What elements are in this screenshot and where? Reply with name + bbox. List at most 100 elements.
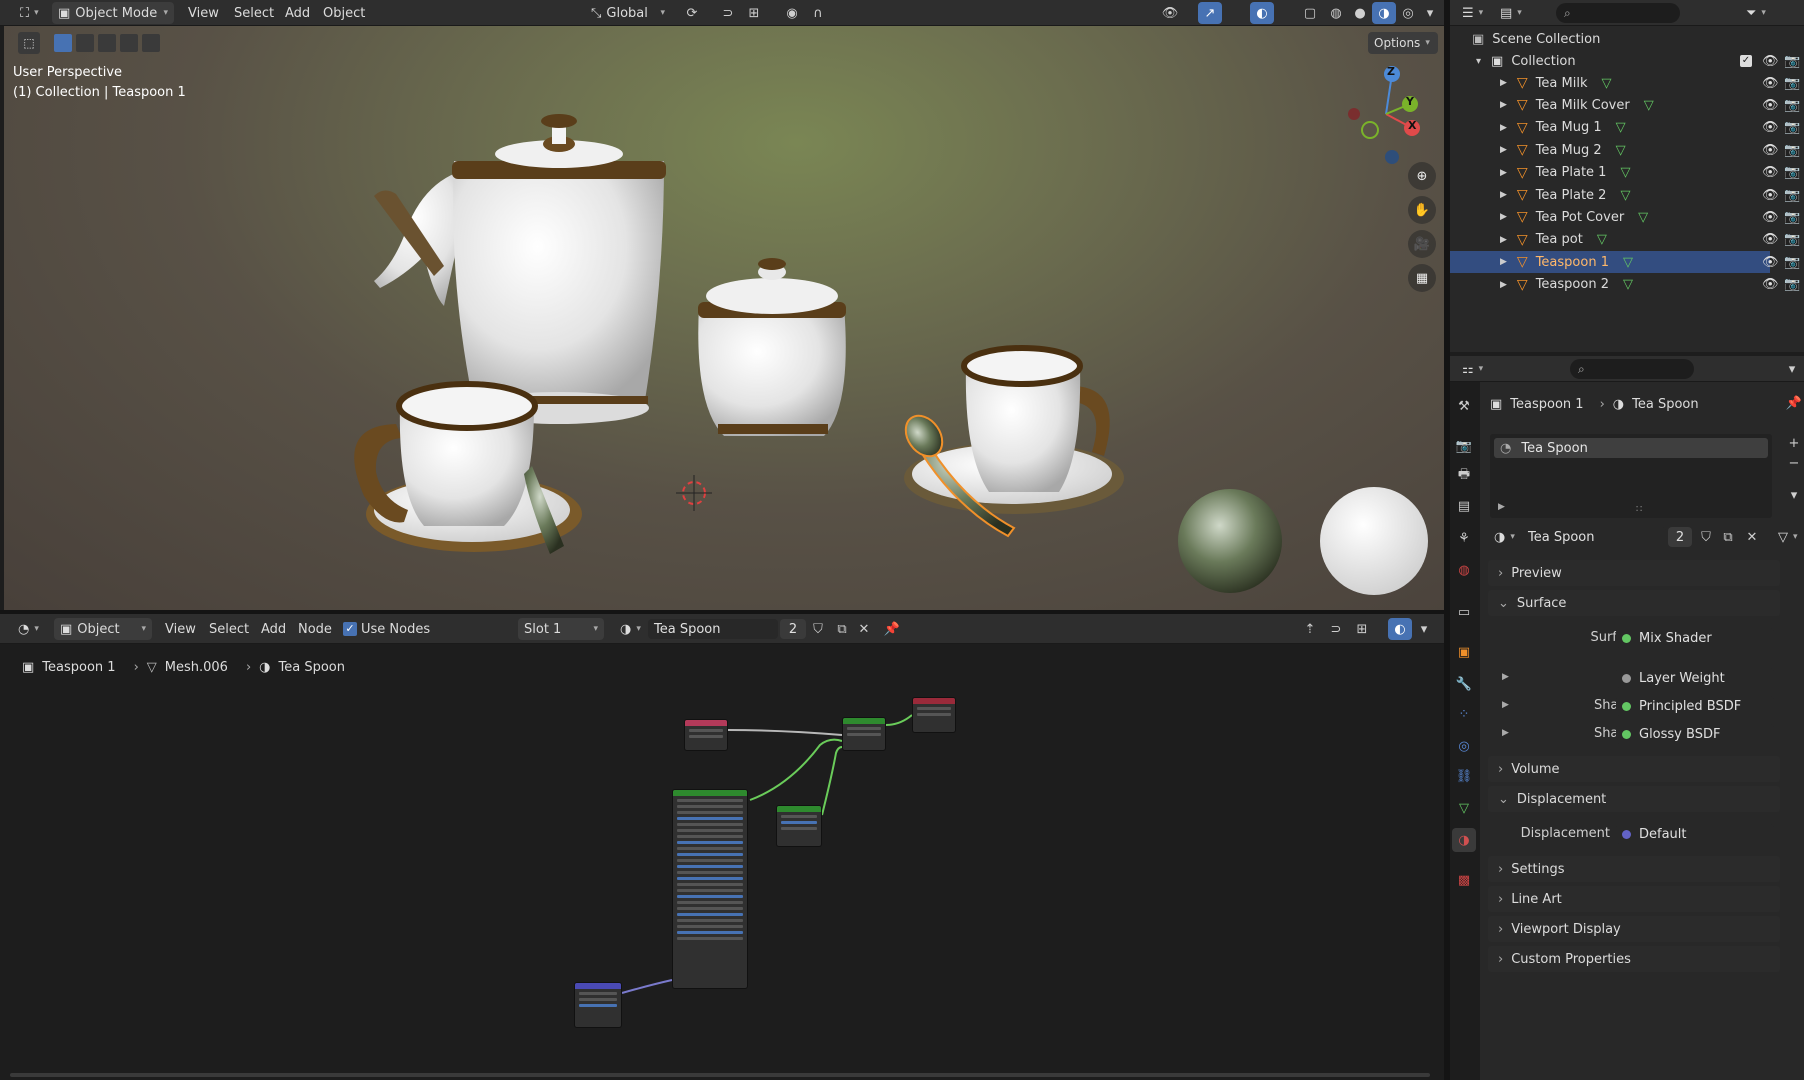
node-editor-type-button[interactable]: ◔ ▾	[12, 618, 45, 640]
eye-icon[interactable]: 👁	[1762, 277, 1779, 292]
overlay-toggle-icon[interactable]: ◐	[1250, 2, 1274, 24]
camera-render-icon[interactable]: 📷	[1784, 210, 1800, 225]
shading-rendered-icon[interactable]: ◎	[1396, 2, 1420, 24]
falloff-icon[interactable]: ∩	[806, 2, 830, 24]
expand-arrow-icon[interactable]: ▶	[1500, 100, 1507, 110]
camera-render-icon[interactable]: 📷	[1784, 232, 1800, 247]
tea-pot-cover-object[interactable]	[698, 258, 846, 436]
mesh-data-icon[interactable]: ▽	[1602, 76, 1612, 91]
section-displacement[interactable]: ⌄ Displacement	[1488, 786, 1780, 812]
glossy-bsdf-node[interactable]	[776, 805, 822, 847]
camera-render-icon[interactable]: 📷	[1784, 188, 1800, 203]
eye-icon[interactable]: 👁	[1762, 143, 1779, 158]
section-volume[interactable]: › Volume	[1488, 756, 1780, 782]
mesh-data-icon[interactable]: ▽	[1623, 255, 1633, 270]
outliner-item-row[interactable]: ▶ ▽ Teaspoon 2 ▽ 👁 📷	[1450, 274, 1800, 296]
outliner-item-row[interactable]: ▶ ▽ Tea Plate 1 ▽ 👁 📷	[1450, 162, 1800, 184]
slot-list-resize-handle[interactable]: ∷	[1636, 504, 1642, 515]
ortho-grid-icon[interactable]: ▦	[1408, 264, 1436, 292]
properties-options-icon[interactable]: ▾	[1780, 358, 1804, 380]
menu-view[interactable]: View	[188, 0, 219, 26]
expand-arrow-icon[interactable]: ▶	[1500, 235, 1507, 245]
normal-map-node[interactable]	[574, 982, 622, 1028]
eye-icon[interactable]: 👁	[1762, 76, 1779, 91]
eye-icon[interactable]: 👁	[1762, 120, 1779, 135]
scene-collection-row[interactable]: ▣ Scene Collection	[1450, 28, 1770, 50]
mesh-data-icon[interactable]: ▽	[1638, 210, 1648, 225]
camera-render-icon[interactable]: 📷	[1784, 143, 1800, 158]
props-link-button[interactable]: ▽ ▾	[1772, 526, 1804, 548]
expand-arrow-icon[interactable]: ▶	[1500, 168, 1507, 178]
outliner-item-row[interactable]: ▶ ▽ Tea Milk Cover ▽ 👁 📷	[1450, 94, 1800, 116]
eye-icon[interactable]: 👁	[1762, 210, 1779, 225]
outliner-item-row[interactable]: ▶ ▽ Tea Plate 2 ▽ 👁 📷	[1450, 184, 1800, 206]
camera-render-icon[interactable]: 📷	[1784, 255, 1800, 270]
mesh-data-icon[interactable]: ▽	[1623, 277, 1633, 292]
camera-render-icon[interactable]: 📷	[1784, 76, 1800, 91]
object-tab-icon[interactable]: ▣	[1452, 640, 1476, 664]
shading-solid-icon[interactable]: ●	[1348, 2, 1372, 24]
navigation-gizmo[interactable]	[1340, 64, 1430, 164]
snap-target-icon[interactable]: ⊞	[742, 2, 766, 24]
shader1-expand-icon[interactable]: ▶	[1502, 700, 1509, 710]
eye-icon[interactable]: 👁	[1762, 232, 1779, 247]
menu-add[interactable]: Add	[285, 0, 310, 26]
node-menu-view[interactable]: View	[165, 614, 196, 644]
layer-weight-node[interactable]	[684, 719, 728, 751]
node-menu-select[interactable]: Select	[209, 614, 249, 644]
editor-type-button[interactable]: ⛶ ▾	[14, 2, 45, 24]
mesh-data-icon[interactable]: ▽	[1644, 98, 1654, 113]
constraints-tab-icon[interactable]: ⛓	[1452, 764, 1476, 788]
transform-orientation-select[interactable]: ⤡ Global ▾	[585, 2, 671, 24]
eye-icon[interactable]: 👁	[1762, 188, 1779, 203]
outliner-item-row[interactable]: ▶ ▽ Tea Mug 2 ▽ 👁 📷	[1450, 139, 1800, 161]
3d-viewport[interactable]: ⬚ Options ▾ User Perspective (1) Collecti…	[4, 26, 1444, 610]
props-material-users-count[interactable]: 2	[1668, 527, 1692, 547]
section-surface[interactable]: ⌄ Surface	[1488, 590, 1780, 616]
camera-render-icon[interactable]: 📷	[1784, 120, 1800, 135]
expand-arrow-icon[interactable]: ▶	[1500, 257, 1507, 267]
view-layer-tab-icon[interactable]: ▤	[1452, 494, 1476, 518]
display-mode-button[interactable]: ▤ ▾	[1494, 2, 1528, 24]
expand-arrow-icon[interactable]: ▶	[1500, 190, 1507, 200]
outliner-item-row[interactable]: ▶ ▽ Tea Mug 1 ▽ 👁 📷	[1450, 117, 1800, 139]
node-overlay-dropdown-icon[interactable]: ▾	[1412, 618, 1436, 640]
fac-expand-icon[interactable]: ▶	[1502, 672, 1509, 682]
camera-render-icon[interactable]: 📷	[1784, 277, 1800, 292]
shader-type-select[interactable]: ▣ Object ▾	[54, 618, 152, 640]
section-preview[interactable]: › Preview	[1488, 560, 1780, 586]
add-slot-icon[interactable]: +	[1784, 432, 1804, 454]
props-duplicate-icon[interactable]: ⧉	[1716, 526, 1740, 548]
material-users-count[interactable]: 2	[780, 619, 806, 639]
shader1-input-field[interactable]: Principled BSDF	[1616, 696, 1774, 716]
gizmo-toggle-icon[interactable]: ↗	[1198, 2, 1222, 24]
node-editor-canvas[interactable]: ▣ Teaspoon 1 › ▽ Mesh.006 › ◑ Tea Spoon	[0, 645, 1444, 1080]
camera-render-icon[interactable]: 📷	[1784, 165, 1800, 180]
section-custom-properties[interactable]: › Custom Properties	[1488, 946, 1780, 972]
exclude-checkbox-icon[interactable]: ✓	[1740, 55, 1752, 67]
tool-tab-icon[interactable]: ⚒	[1452, 394, 1476, 418]
outliner-search-input[interactable]: ⌕	[1556, 3, 1680, 23]
mode-select[interactable]: ▣ Object Mode ▾	[52, 2, 174, 24]
outliner-editor-type-button[interactable]: ☰ ▾	[1456, 2, 1489, 24]
physics-tab-icon[interactable]: ◎	[1452, 734, 1476, 758]
expand-arrow-icon[interactable]: ▶	[1500, 280, 1507, 290]
horizontal-area-divider[interactable]	[0, 610, 1444, 614]
teapot-object[interactable]	[374, 114, 666, 424]
principled-bsdf-node[interactable]	[672, 789, 748, 989]
outliner-item-row[interactable]: ▶ ▽ Tea Milk ▽ 👁 📷	[1450, 72, 1800, 94]
props-unlink-icon[interactable]: ✕	[1740, 526, 1764, 548]
node-menu-add[interactable]: Add	[261, 614, 286, 644]
expand-arrow-icon[interactable]: ▶	[1500, 78, 1507, 88]
snap-toggle-icon[interactable]: ⊃	[716, 2, 740, 24]
surface-shader-field[interactable]: Mix Shader	[1616, 628, 1774, 648]
section-line-art[interactable]: › Line Art	[1488, 886, 1780, 912]
properties-search-input[interactable]: ⌕	[1570, 359, 1694, 379]
collection-row[interactable]: ▾ ▣ Collection ✓ 👁 📷	[1450, 50, 1800, 72]
outliner-item-row[interactable]: ▶ ▽ Tea pot ▽ 👁 📷	[1450, 229, 1800, 251]
expand-arrow-icon[interactable]: ▶	[1500, 145, 1507, 155]
visibility-icon[interactable]: 👁	[1158, 2, 1182, 24]
shading-options-icon[interactable]: ▾	[1418, 2, 1442, 24]
eye-icon[interactable]: 👁	[1762, 54, 1779, 69]
outliner-item-row[interactable]: ▶ ▽ Tea Pot Cover ▽ 👁 📷	[1450, 206, 1800, 228]
